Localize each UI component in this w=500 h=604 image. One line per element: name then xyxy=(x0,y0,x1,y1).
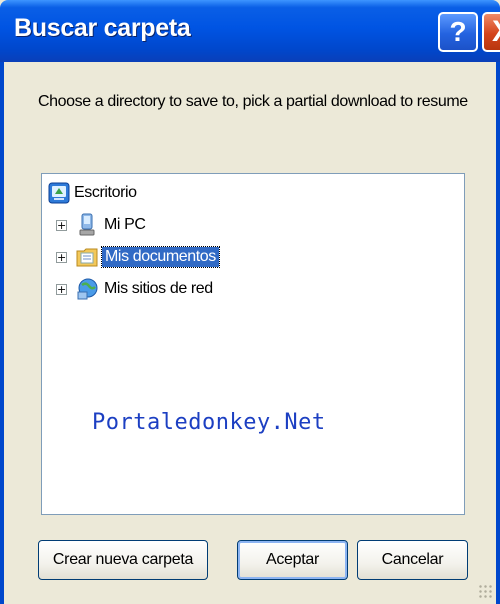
folder-documents-icon xyxy=(76,248,98,267)
tree-item-my-computer[interactable]: + Mi PC xyxy=(42,210,462,240)
accept-button[interactable]: Aceptar xyxy=(237,540,348,580)
tree-item-label: Mi PC xyxy=(104,216,146,233)
computer-icon xyxy=(79,213,95,236)
tree-item-label: Mis documentos xyxy=(101,246,220,268)
expand-toggle-icon[interactable]: + xyxy=(56,252,67,263)
cancel-button[interactable]: Cancelar xyxy=(357,540,468,580)
tree-item-label: Escritorio xyxy=(74,184,137,201)
window-border-left xyxy=(0,62,4,604)
help-button[interactable]: ? xyxy=(438,12,478,52)
tree-item-network-places[interactable]: + Mis sitios de red xyxy=(42,274,462,304)
title-bar[interactable]: Buscar carpeta ? X xyxy=(0,0,500,62)
window-title: Buscar carpeta xyxy=(14,14,191,42)
desktop-icon xyxy=(48,182,70,204)
close-button[interactable]: X xyxy=(482,12,500,52)
close-icon: X xyxy=(492,15,500,49)
tree-item-desktop[interactable]: Escritorio xyxy=(42,178,462,208)
window-border-right xyxy=(496,62,500,604)
expand-toggle-icon[interactable]: + xyxy=(56,284,67,295)
tree-item-my-documents[interactable]: + Mis documentos xyxy=(42,242,462,272)
instruction-text: Choose a directory to save to, pick a pa… xyxy=(38,93,468,110)
resize-grip-icon[interactable] xyxy=(478,584,492,598)
help-icon: ? xyxy=(449,16,467,47)
new-folder-button[interactable]: Crear nueva carpeta xyxy=(38,540,208,580)
watermark-text: Portaledonkey.Net xyxy=(92,410,326,435)
browse-folder-dialog: Buscar carpeta ? X Choose a directory to… xyxy=(0,0,500,604)
expand-toggle-icon[interactable]: + xyxy=(56,220,67,231)
tree-item-label: Mis sitios de red xyxy=(104,280,213,297)
folder-tree[interactable]: Escritorio + Mi PC + Mis documentos + Mi… xyxy=(41,173,465,515)
network-places-icon xyxy=(77,278,98,300)
